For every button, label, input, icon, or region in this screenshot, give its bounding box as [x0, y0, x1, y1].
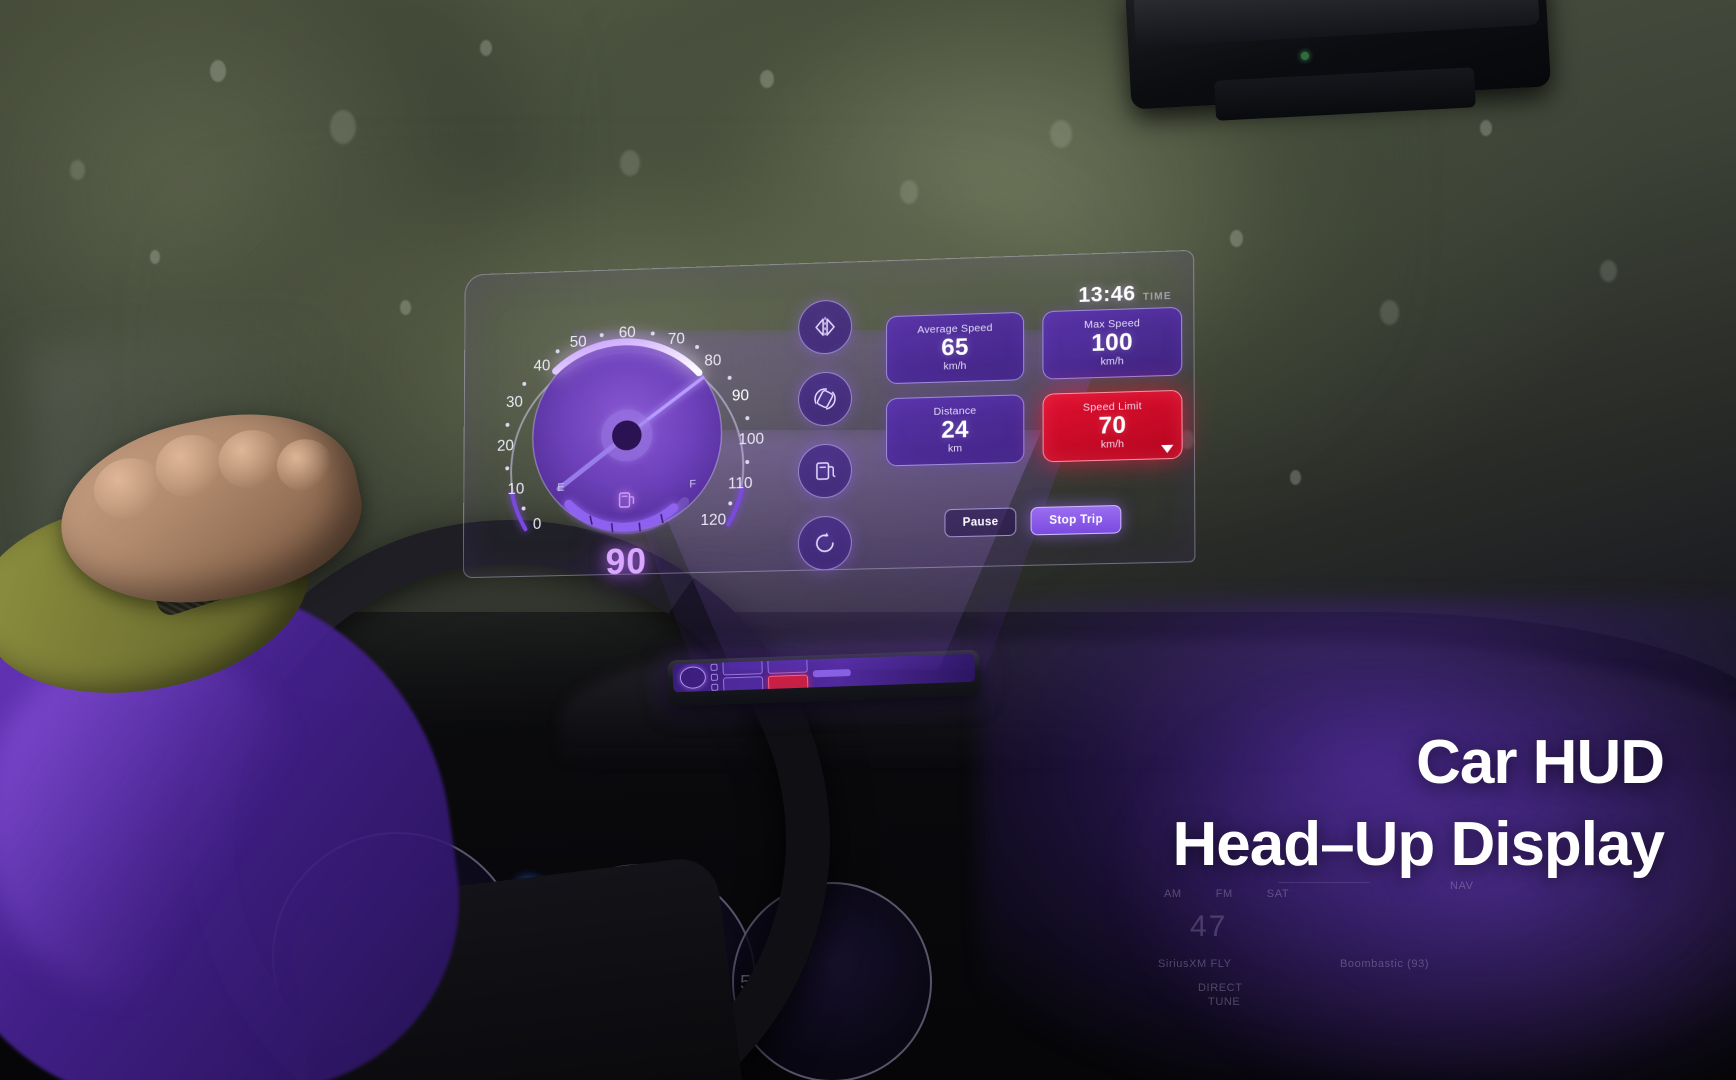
chevron-down-icon[interactable] — [1161, 444, 1174, 454]
tick-60: 60 — [619, 324, 636, 342]
radio-track-name: Boombastic (93) — [1340, 958, 1430, 970]
tick-70: 70 — [668, 331, 685, 349]
reset-refresh-icon[interactable] — [797, 515, 852, 571]
tick-100: 100 — [738, 431, 764, 449]
phone-icon-column — [710, 663, 719, 691]
screenshot-root: 40 60 80 100 MPH 5 — [0, 0, 1736, 1080]
phone-speedometer-mini — [679, 666, 707, 690]
radio-tune-label: TUNE — [1208, 996, 1241, 1008]
stop-trip-button[interactable]: Stop Trip — [1030, 504, 1122, 536]
radio-faceplate: AM FM SAT 47 SiriusXM FLY Boombastic (93… — [1150, 880, 1620, 1040]
radio-direct-label: DIRECT — [1198, 982, 1243, 994]
pause-button[interactable]: Pause — [944, 507, 1017, 538]
rotate-screen-icon[interactable] — [798, 371, 853, 427]
hud-actions: Pause Stop Trip — [944, 504, 1122, 538]
mirror-flip-icon[interactable] — [798, 299, 853, 355]
tick-30: 30 — [506, 394, 523, 411]
stat-value: 24 — [941, 416, 969, 445]
stat-row-2: Distance 24 km Speed Limit 70 km/h — [886, 389, 1183, 467]
fuel-station-icon[interactable] — [797, 443, 852, 499]
radio-band-fm: FM — [1215, 888, 1233, 900]
stat-value: 65 — [941, 333, 969, 362]
stat-unit: km/h — [1100, 354, 1124, 368]
tick-80: 80 — [704, 352, 721, 370]
stat-card-average-speed[interactable]: Average Speed 65 km/h — [886, 311, 1025, 385]
title-line-2: Head–Up Display — [1172, 809, 1665, 879]
tick-50: 50 — [570, 334, 587, 351]
tick-0: 0 — [533, 516, 542, 533]
tick-10: 10 — [507, 481, 524, 498]
tick-20: 20 — [497, 437, 514, 454]
fuel-full-label: F — [689, 478, 696, 490]
tick-40: 40 — [533, 357, 550, 374]
radio-band-am: AM — [1164, 888, 1182, 900]
stat-unit: km — [947, 442, 963, 455]
mirror-indicator-light — [1300, 51, 1310, 61]
stat-unit: km/h — [1100, 437, 1125, 451]
hud-clock: 13:46 TIME — [1078, 281, 1171, 308]
speedometer-svg: 0 10 20 30 40 50 60 70 80 90 100 110 120 — [497, 324, 764, 570]
stat-card-max-speed[interactable]: Max Speed 100 km/h — [1042, 306, 1183, 380]
hud-panel: 13:46 TIME 0 10 20 30 40 50 60 70 80 90 … — [462, 249, 1196, 582]
current-speed-readout: 90 — [605, 540, 648, 583]
radio-band-sat: SAT — [1266, 888, 1290, 900]
stat-value: 100 — [1091, 328, 1134, 358]
stat-card-distance[interactable]: Distance 24 km — [886, 394, 1025, 467]
tick-110: 110 — [728, 475, 753, 493]
stat-row-1: Average Speed 65 km/h Max Speed 100 km/h — [886, 306, 1183, 385]
hud-tool-icons — [797, 299, 860, 589]
radio-station-name: SiriusXM FLY — [1158, 958, 1232, 970]
speedometer-gauge: 0 10 20 30 40 50 60 70 80 90 100 110 120 — [474, 292, 780, 582]
fuel-empty-label: E — [557, 482, 564, 494]
page-title: Car HUD Head–Up Display — [1172, 722, 1665, 886]
radio-preset-number: 47 — [1190, 910, 1228, 943]
title-line-1: Car HUD — [1416, 728, 1665, 797]
stat-value: 70 — [1098, 411, 1127, 440]
hud-stat-cards: Average Speed 65 km/h Max Speed 100 km/h… — [886, 306, 1183, 481]
tick-90: 90 — [732, 387, 749, 405]
mirror-glass — [1133, 0, 1540, 48]
tick-120: 120 — [701, 511, 727, 529]
clock-value: 13:46 — [1078, 282, 1136, 308]
stat-unit: km/h — [943, 359, 967, 373]
clock-label: TIME — [1142, 290, 1172, 303]
stat-card-speed-limit[interactable]: Speed Limit 70 km/h — [1042, 389, 1183, 463]
